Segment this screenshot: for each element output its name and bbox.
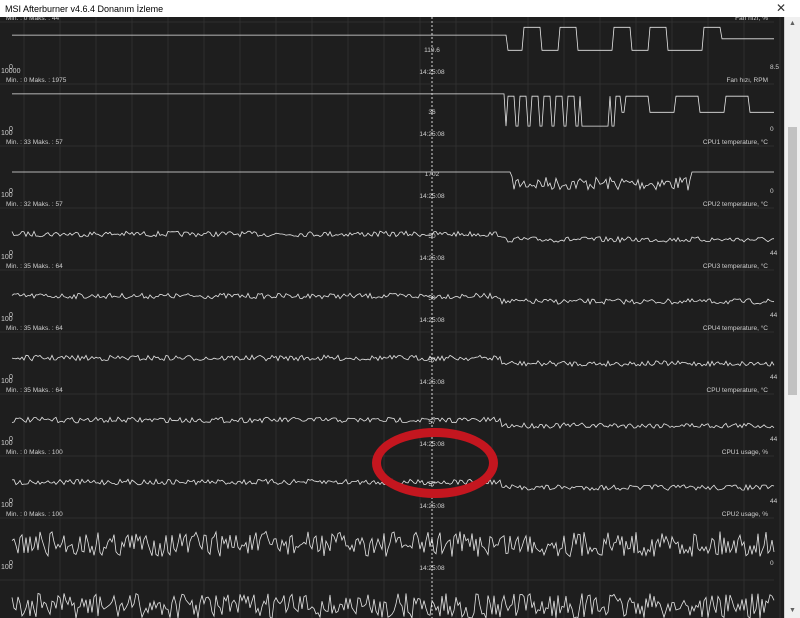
min-max-label: Min. : 0 Maks. : 100 bbox=[6, 511, 63, 518]
current-value: 0 bbox=[770, 188, 774, 195]
series-trace bbox=[11, 230, 775, 244]
y-max-label: 100 bbox=[1, 378, 13, 385]
vertical-scrollbar[interactable]: ▲ ▼ bbox=[784, 17, 800, 618]
y-max-label: 100 bbox=[1, 316, 13, 323]
series-name: CPU temperature, °C bbox=[707, 386, 769, 394]
y-max-label: 100 bbox=[1, 192, 13, 199]
window-title-bar: MSI Afterburner v4.6.4 Donanım İzleme ✕ bbox=[0, 0, 800, 17]
series-name: CPU4 temperature, °C bbox=[703, 324, 768, 332]
red-circle-annotation bbox=[372, 428, 498, 498]
series-trace bbox=[11, 354, 775, 368]
series-name: CPU3 temperature, °C bbox=[703, 262, 768, 270]
y-max-label: 100 bbox=[1, 254, 13, 261]
series-trace bbox=[11, 592, 775, 618]
y-max-label: 100 bbox=[1, 130, 13, 137]
scroll-thumb[interactable] bbox=[788, 127, 797, 395]
scroll-up-icon[interactable]: ▲ bbox=[785, 17, 800, 31]
min-max-label: Min. : 35 Maks. : 64 bbox=[6, 263, 63, 270]
series-name: CPU1 temperature, °C bbox=[703, 138, 768, 146]
series-trace bbox=[12, 26, 774, 51]
y-max-label: 100 bbox=[1, 502, 13, 509]
y-max-label: 10000 bbox=[1, 68, 21, 75]
current-value: 44 bbox=[770, 436, 778, 443]
series-trace bbox=[11, 292, 775, 306]
min-max-label: Min. : 35 Maks. : 64 bbox=[6, 325, 63, 332]
current-value: 0 bbox=[770, 560, 774, 567]
close-icon[interactable]: ✕ bbox=[776, 1, 786, 15]
scroll-down-icon[interactable]: ▼ bbox=[785, 604, 800, 618]
current-value: 44 bbox=[770, 312, 778, 319]
series-name: Fan hızı, RPM bbox=[726, 77, 768, 84]
series-trace bbox=[12, 93, 774, 127]
series-trace bbox=[11, 530, 775, 558]
y-max-label: 100 bbox=[1, 564, 13, 571]
y-max-label: 100 bbox=[1, 440, 13, 447]
min-max-label: Min. : 0 Maks. : 44 bbox=[6, 17, 59, 22]
min-max-label: Min. : 33 Maks. : 57 bbox=[6, 139, 63, 146]
current-value: 0 bbox=[770, 126, 774, 133]
min-max-label: Min. : 0 Maks. : 1975 bbox=[6, 77, 67, 84]
current-value: 8.5 bbox=[770, 64, 779, 71]
min-max-label: Min. : 0 Maks. : 100 bbox=[6, 449, 63, 456]
current-value: 44 bbox=[770, 498, 778, 505]
hardware-monitor-graphs[interactable]: Min. : 0 Maks. : 44Fan hızı, %119.608.51… bbox=[0, 17, 784, 618]
series-trace bbox=[11, 416, 775, 429]
min-max-label: Min. : 32 Maks. : 57 bbox=[6, 201, 63, 208]
window-title: MSI Afterburner v4.6.4 Donanım İzleme bbox=[5, 3, 164, 14]
series-name: Fan hızı, % bbox=[735, 17, 768, 22]
series-trace bbox=[12, 171, 774, 191]
current-value: 44 bbox=[770, 250, 778, 257]
min-max-label: Min. : 35 Maks. : 64 bbox=[6, 387, 63, 394]
series-name: CPU2 usage, % bbox=[722, 511, 768, 518]
series-name: CPU1 usage, % bbox=[722, 449, 768, 456]
graphs-canvas[interactable]: Min. : 0 Maks. : 44Fan hızı, %119.608.51… bbox=[0, 17, 784, 618]
series-name: CPU2 temperature, °C bbox=[703, 200, 768, 208]
current-value: 44 bbox=[770, 374, 778, 381]
